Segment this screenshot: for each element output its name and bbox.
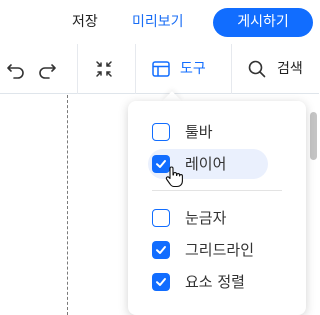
canvas-guide-line: [67, 95, 68, 315]
preview-button[interactable]: 미리보기: [132, 11, 184, 33]
search-button-label[interactable]: 검색: [277, 59, 303, 79]
hand-cursor-icon: [165, 166, 183, 188]
top-header: 저장 미리보기 게시하기: [0, 0, 319, 44]
toolbar-checkbox[interactable]: [152, 123, 170, 141]
tools-button-label[interactable]: 도구: [180, 59, 206, 79]
tools-panel-icon[interactable]: [150, 58, 172, 80]
menu-item-gridlines[interactable]: 그리드라인: [128, 233, 306, 267]
toolbar-divider: [231, 44, 232, 94]
menu-item-toolbar[interactable]: 툴바: [128, 115, 306, 149]
save-button[interactable]: 저장: [72, 11, 98, 33]
menu-item-label: 요소 정렬: [185, 273, 245, 291]
menu-item-label: 그리드라인: [185, 241, 255, 259]
menu-item-layers[interactable]: 레이어: [128, 147, 306, 181]
redo-icon[interactable]: [36, 58, 58, 80]
zoom-to-fit-icon[interactable]: [93, 58, 115, 80]
undo-icon[interactable]: [5, 58, 27, 80]
toolbar-divider: [135, 44, 136, 94]
gridlines-checkbox[interactable]: [152, 241, 170, 259]
menu-item-label: 눈금자: [185, 209, 227, 227]
publish-button[interactable]: 게시하기: [213, 8, 313, 37]
search-icon[interactable]: [246, 58, 268, 80]
scrollbar-thumb[interactable]: [310, 112, 317, 160]
snap-checkbox[interactable]: [152, 273, 170, 291]
toolbar-divider: [77, 44, 78, 94]
menu-item-label: 툴바: [185, 123, 213, 141]
menu-item-snap-to-elements[interactable]: 요소 정렬: [128, 265, 306, 299]
tools-dropdown-menu: 툴바 레이어 눈금자 그리드라인 요소 정렬: [128, 101, 306, 315]
menu-item-rulers[interactable]: 눈금자: [128, 201, 306, 235]
editor-toolbar: 도구 검색: [0, 44, 319, 94]
rulers-checkbox[interactable]: [152, 209, 170, 227]
menu-separator: [152, 190, 282, 191]
menu-item-label: 레이어: [185, 155, 227, 173]
